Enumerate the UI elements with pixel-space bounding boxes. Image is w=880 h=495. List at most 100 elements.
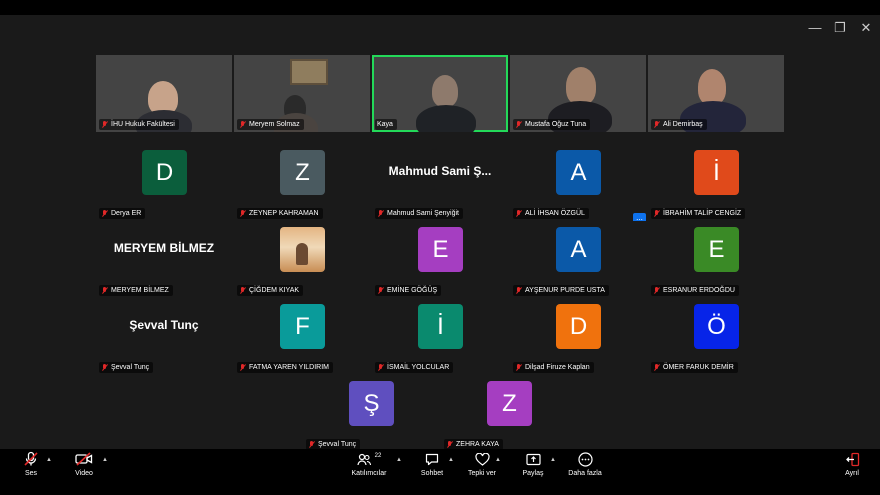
- share-button[interactable]: Paylaş: [518, 449, 548, 484]
- video-tile[interactable]: Mustafa Oğuz Tuna: [510, 55, 646, 132]
- reactions-options-caret-icon[interactable]: ▲: [495, 457, 501, 463]
- leave-icon: [845, 452, 859, 466]
- avatar: D: [556, 304, 601, 349]
- avatar: A: [556, 150, 601, 195]
- active-speaker-tile[interactable]: Kaya: [372, 55, 508, 132]
- participant-tile[interactable]: Mahmud Sami Ş... Mahmud Sami Şenyiğit: [372, 144, 508, 221]
- chat-options-caret-icon[interactable]: ▲: [448, 457, 454, 463]
- more-icon: [577, 451, 593, 467]
- mic-muted-icon: [515, 286, 522, 295]
- minimize-icon[interactable]: —: [805, 18, 825, 38]
- participant-tile[interactable]: E EMİNE GÖĞÜŞ: [372, 221, 508, 298]
- restore-icon[interactable]: ❐: [830, 18, 850, 38]
- reactions-button[interactable]: Tepki ver: [465, 449, 499, 484]
- participant-tile[interactable]: A ALİ İHSAN ÖZGÜL: [510, 144, 646, 221]
- participant-display-name: MERYEM BİLMEZ: [113, 241, 215, 255]
- audio-button[interactable]: Ses: [18, 449, 44, 484]
- leave-button[interactable]: Ayrıl: [840, 449, 864, 484]
- participant-name: ÇİĞDEM KIYAK: [249, 287, 300, 294]
- video-options-caret-icon[interactable]: ▲: [102, 457, 108, 463]
- audio-options-caret-icon[interactable]: ▲: [46, 457, 52, 463]
- participant-tile[interactable]: Z ZEYNEP KAHRAMAN: [234, 144, 370, 221]
- chat-label: Sohbet: [420, 470, 444, 477]
- participant-name: Mahmud Sami Şenyiğit: [387, 210, 459, 217]
- mic-muted-icon: [24, 451, 38, 466]
- mic-muted-icon: [239, 286, 246, 295]
- mic-muted-icon: [101, 286, 108, 295]
- video-tile[interactable]: Ali Demirbaş: [648, 55, 784, 132]
- heart-icon: [474, 452, 490, 466]
- mic-muted-icon: [308, 440, 315, 449]
- reactions-label: Tepki ver: [467, 470, 496, 477]
- wall-picture: [290, 59, 328, 85]
- mic-muted-icon: [239, 209, 246, 218]
- mic-muted-icon: [653, 120, 660, 129]
- participant-tile[interactable]: ÇİĞDEM KIYAK: [234, 221, 370, 298]
- participant-name: MERYEM BİLMEZ: [111, 287, 169, 294]
- mic-muted-icon: [101, 209, 108, 218]
- participant-name: Derya ER: [111, 210, 142, 217]
- participant-name: ÖMER FARUK DEMİR: [663, 364, 734, 371]
- mic-muted-icon: [377, 363, 384, 372]
- participant-name: ZEYNEP KAHRAMAN: [249, 210, 319, 217]
- close-icon[interactable]: ✕: [856, 18, 876, 38]
- avatar: Ş: [349, 381, 394, 426]
- participant-name: Kaya: [377, 121, 393, 128]
- avatar: E: [418, 227, 463, 272]
- avatar: Z: [487, 381, 532, 426]
- chat-icon: [425, 453, 439, 465]
- avatar: E: [694, 227, 739, 272]
- participant-name: Mustafa Oğuz Tuna: [525, 121, 587, 128]
- participant-tile[interactable]: F FATMA YAREN YILDIRIM: [234, 298, 370, 375]
- avatar: Z: [280, 150, 325, 195]
- participants-icon: [357, 453, 371, 465]
- participant-name: ALİ İHSAN ÖZGÜL: [525, 210, 585, 217]
- participant-name: Şevval Tunç: [111, 364, 150, 371]
- participant-name: FATMA YAREN YILDIRIM: [249, 364, 330, 371]
- meeting-toolbar: Ses ▲ Video ▲ 22 Katılımcılar ▲ Sohbet ▲…: [0, 449, 880, 484]
- video-off-icon: [75, 452, 93, 466]
- participant-tile[interactable]: Şevval Tunç Şevval Tunç: [96, 298, 232, 375]
- more-button[interactable]: Daha fazla: [566, 449, 604, 484]
- participant-name: EMİNE GÖĞÜŞ: [387, 287, 438, 294]
- participant-video: [432, 75, 458, 107]
- chat-button[interactable]: Sohbet: [418, 449, 446, 484]
- participant-tile[interactable]: D Dilşad Firuze Kaplan: [510, 298, 646, 375]
- participant-video: [698, 69, 726, 105]
- avatar: İ: [694, 150, 739, 195]
- participant-tile[interactable]: E ESRANUR ERDOĞDU: [648, 221, 784, 298]
- more-label: Daha fazla: [568, 470, 602, 477]
- participant-display-name: Şevval Tunç: [129, 318, 199, 332]
- mic-muted-icon: [377, 209, 384, 218]
- participant-name: İBRAHİM TALİP CENGİZ: [663, 210, 742, 217]
- participant-tile[interactable]: İ İBRAHİM TALİP CENGİZ: [648, 144, 784, 221]
- mic-muted-icon: [101, 363, 108, 372]
- participant-name: AYŞENUR PURDE USTA: [525, 287, 605, 294]
- participant-tile[interactable]: D Derya ER: [96, 144, 232, 221]
- participant-tile[interactable]: Ö ÖMER FARUK DEMİR: [648, 298, 784, 375]
- video-tile[interactable]: İHU Hukuk Fakültesi: [96, 55, 232, 132]
- mic-muted-icon: [101, 120, 108, 129]
- leave-label: Ayrıl: [845, 470, 859, 477]
- participant-name: İHU Hukuk Fakültesi: [111, 121, 175, 128]
- participant-tile[interactable]: MERYEM BİLMEZ MERYEM BİLMEZ: [96, 221, 232, 298]
- share-options-caret-icon[interactable]: ▲: [550, 457, 556, 463]
- video-button[interactable]: Video: [70, 449, 98, 484]
- video-tile[interactable]: Meryem Solmaz: [234, 55, 370, 132]
- participants-button[interactable]: 22 Katılımcılar: [348, 449, 390, 484]
- mic-muted-icon: [653, 209, 660, 218]
- participants-options-caret-icon[interactable]: ▲: [396, 457, 402, 463]
- participant-tile[interactable]: Z ZEHRA KAYA: [441, 375, 577, 452]
- participant-tile[interactable]: İ İSMAİL YOLCULAR: [372, 298, 508, 375]
- participant-tile[interactable]: A AYŞENUR PURDE USTA: [510, 221, 646, 298]
- participants-label: Katılımcılar: [351, 470, 387, 477]
- video-label: Video: [75, 470, 93, 477]
- mic-muted-icon: [515, 120, 522, 129]
- participant-name: ESRANUR ERDOĞDU: [663, 287, 735, 294]
- participant-display-name: Mahmud Sami Ş...: [388, 164, 492, 178]
- avatar: A: [556, 227, 601, 272]
- participant-tile[interactable]: Ş Şevval Tunç: [303, 375, 439, 452]
- share-label: Paylaş: [522, 470, 544, 477]
- title-bar: [0, 15, 880, 43]
- avatar: F: [280, 304, 325, 349]
